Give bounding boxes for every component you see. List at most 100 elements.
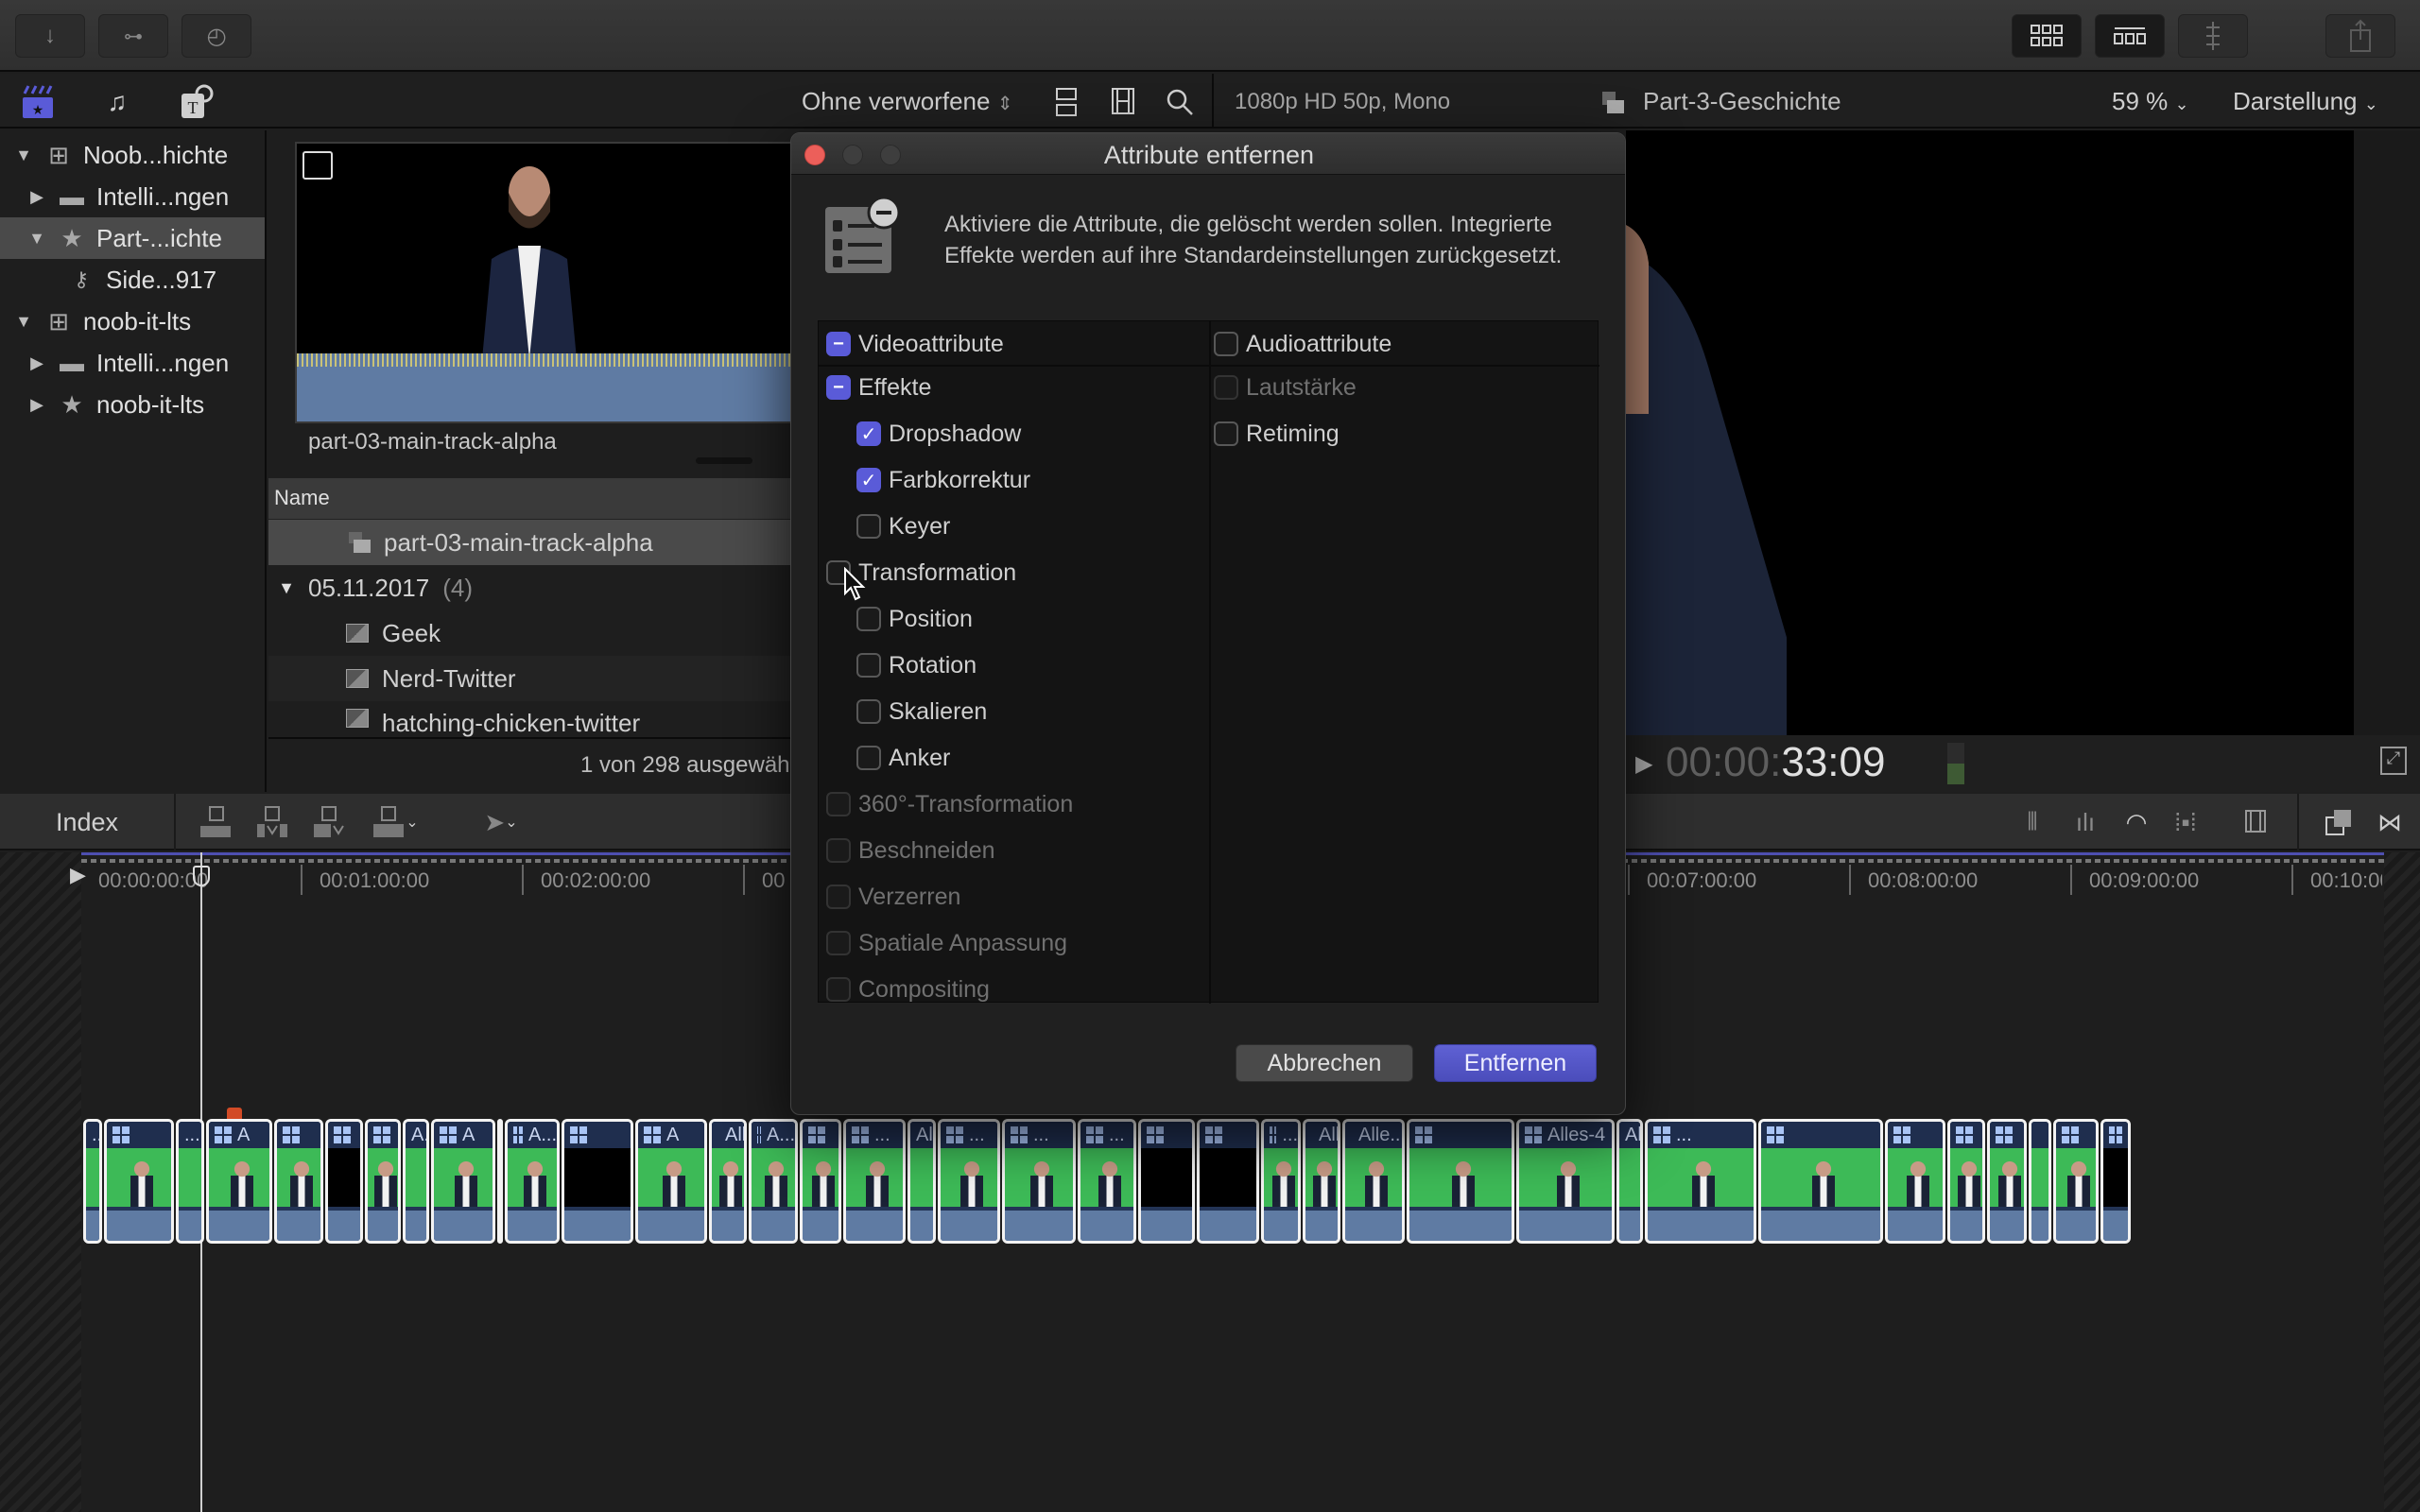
view-popup[interactable]: Darstellung ⌄	[2233, 87, 2378, 116]
background-tasks-button[interactable]: ◴	[182, 14, 251, 58]
clip-thumbnail[interactable]	[295, 142, 794, 423]
share-button[interactable]	[2325, 14, 2395, 58]
import-button[interactable]: ↓	[15, 14, 85, 58]
list-item[interactable]: part-03-main-track-alpha	[268, 520, 794, 565]
checkbox-video-attributes[interactable]: − Videoattribute	[826, 325, 1004, 363]
clip-appearance-button[interactable]	[1047, 83, 1085, 121]
timeline-clip[interactable]: A...	[403, 1119, 429, 1244]
timeline-clip[interactable]: Alle...	[1342, 1119, 1405, 1244]
timeline-clip[interactable]: Alles-4	[1303, 1119, 1340, 1244]
snapping-button[interactable]: ⁞▪⁞	[2167, 805, 2204, 839]
checkbox-effekte[interactable]: − Effekte	[826, 369, 931, 406]
timeline-clip[interactable]	[2029, 1119, 2051, 1244]
timeline-clip[interactable]: ...	[938, 1119, 1000, 1244]
skimming-button[interactable]: ⫴	[2014, 805, 2051, 839]
timeline-clip[interactable]: A	[635, 1119, 707, 1244]
play-button[interactable]: ▶	[1635, 750, 1652, 778]
disclosure-open-icon[interactable]: ▼	[26, 229, 47, 249]
timeline-clip[interactable]: All...	[709, 1119, 747, 1244]
checkbox-farbkorrektur[interactable]: ✓ Farbkorrektur	[856, 461, 1030, 499]
timeline-clip[interactable]	[800, 1119, 841, 1244]
audio-skimming-button[interactable]: ılı	[2066, 805, 2104, 839]
checkbox-audio-attributes[interactable]: Audioattribute	[1214, 325, 1392, 363]
timeline-clip[interactable]: A...	[505, 1119, 560, 1244]
timeline-clip[interactable]	[1758, 1119, 1883, 1244]
transitions-browser-button[interactable]: ⋈	[2371, 805, 2409, 839]
sidebar-item-library[interactable]: ▼ ⊞ noob-it-lts	[0, 301, 265, 342]
timeline-clip[interactable]	[2100, 1119, 2131, 1244]
timecode-display[interactable]: 00:00:33:09	[1666, 739, 1885, 786]
sidebar-item-smart-collections[interactable]: ▶ ▬ Intelli...ngen	[0, 342, 265, 384]
timeline-clip[interactable]: Alles-4	[1616, 1119, 1643, 1244]
timeline-clip[interactable]: Alles-4	[1516, 1119, 1615, 1244]
list-item[interactable]: Geek	[268, 610, 794, 656]
checkbox-rotation[interactable]: Rotation	[856, 646, 977, 684]
index-button[interactable]: Index	[0, 794, 176, 850]
inspector-button[interactable]	[2178, 14, 2248, 58]
timeline-clip[interactable]: ...	[1645, 1119, 1756, 1244]
checkbox-position[interactable]: Position	[856, 600, 973, 638]
timeline-clip[interactable]: A...	[497, 1119, 503, 1244]
sidebar-item-event[interactable]: ▼ ★ Part-...ichte	[0, 217, 265, 259]
disclosure-open-icon[interactable]: ▼	[13, 312, 34, 332]
disclosure-closed-icon[interactable]: ▶	[26, 353, 47, 373]
clip-appearance-button[interactable]	[2237, 805, 2274, 839]
remove-button[interactable]: Entfernen	[1434, 1044, 1597, 1082]
disclosure-open-icon[interactable]: ▼	[276, 578, 297, 598]
list-group-header[interactable]: ▼ 05.11.2017 (4)	[268, 565, 794, 610]
search-button[interactable]	[1161, 83, 1199, 121]
timeline-clip[interactable]	[365, 1119, 401, 1244]
timeline-clip[interactable]: ...	[1261, 1119, 1301, 1244]
sidebar-item-event[interactable]: ▶ ★ noob-it-lts	[0, 384, 265, 425]
filmstrip-button[interactable]	[1104, 83, 1142, 121]
sidebar-item-library[interactable]: ▼ ⊞ Noob...hichte	[0, 134, 265, 176]
timeline-clip[interactable]	[104, 1119, 174, 1244]
titles-generators-button[interactable]: T	[178, 83, 216, 121]
checkbox-retiming[interactable]: Retiming	[1214, 415, 1340, 453]
fullscreen-button[interactable]: ⤢	[2380, 747, 2407, 775]
timeline-clip[interactable]	[1885, 1119, 1945, 1244]
list-column-header-name[interactable]: Name	[268, 478, 794, 520]
viewer[interactable]	[1626, 130, 2420, 735]
timeline-layout-button[interactable]	[2095, 14, 2165, 58]
timeline-clip[interactable]	[1138, 1119, 1195, 1244]
timeline-clip[interactable]	[1197, 1119, 1259, 1244]
timeline-clip[interactable]	[562, 1119, 633, 1244]
scrollbar-thumb[interactable]	[696, 457, 752, 464]
insert-clip-button[interactable]	[253, 805, 291, 839]
timeline-clip[interactable]: ...	[1002, 1119, 1076, 1244]
timeline-clip[interactable]: ...	[83, 1119, 102, 1244]
connect-clip-button[interactable]	[197, 805, 234, 839]
timeline-clip[interactable]: ...	[176, 1119, 204, 1244]
timeline-clip[interactable]	[1987, 1119, 2027, 1244]
checkbox-dropshadow[interactable]: ✓ Dropshadow	[856, 415, 1021, 453]
timeline-clip[interactable]: A	[206, 1119, 272, 1244]
list-item[interactable]: Nerd-Twitter	[268, 656, 794, 701]
timeline-clip[interactable]: A	[431, 1119, 495, 1244]
filter-popup[interactable]: Ohne verworfene ⇕	[802, 87, 1012, 116]
timeline-clip[interactable]	[274, 1119, 323, 1244]
disclosure-closed-icon[interactable]: ▶	[26, 187, 47, 207]
timeline-clip[interactable]	[1407, 1119, 1514, 1244]
overwrite-clip-button[interactable]: ⌄	[367, 805, 424, 839]
solo-button[interactable]: ◠	[2118, 805, 2155, 839]
checkbox-skalieren[interactable]: Skalieren	[856, 693, 987, 730]
disclosure-open-icon[interactable]: ▼	[13, 146, 34, 165]
sidebar-item-smart-collections[interactable]: ▶ ▬ Intelli...ngen	[0, 176, 265, 217]
timeline-clip[interactable]: Al...	[908, 1119, 936, 1244]
timeline-clip[interactable]: A...	[749, 1119, 798, 1244]
append-clip-button[interactable]	[310, 805, 348, 839]
photos-audio-button[interactable]: ♫	[98, 83, 136, 121]
cancel-button[interactable]: Abbrechen	[1236, 1044, 1413, 1082]
checkbox-anker[interactable]: Anker	[856, 739, 950, 777]
timeline-clip[interactable]	[2053, 1119, 2099, 1244]
list-item[interactable]: hatching-chicken-twitter	[268, 701, 794, 737]
keyword-button[interactable]: ⊶	[98, 14, 168, 58]
timeline-clip[interactable]	[1947, 1119, 1985, 1244]
timeline-clip[interactable]: ...	[1078, 1119, 1136, 1244]
sidebar-item-keyword[interactable]: ⚷ Side...917	[0, 259, 265, 301]
browser-layout-button[interactable]	[2012, 14, 2082, 58]
checkbox-keyer[interactable]: Keyer	[856, 507, 950, 545]
tool-select-popup[interactable]: ➤ ⌄	[473, 805, 529, 839]
zoom-popup[interactable]: 59 % ⌄	[2112, 87, 2189, 116]
